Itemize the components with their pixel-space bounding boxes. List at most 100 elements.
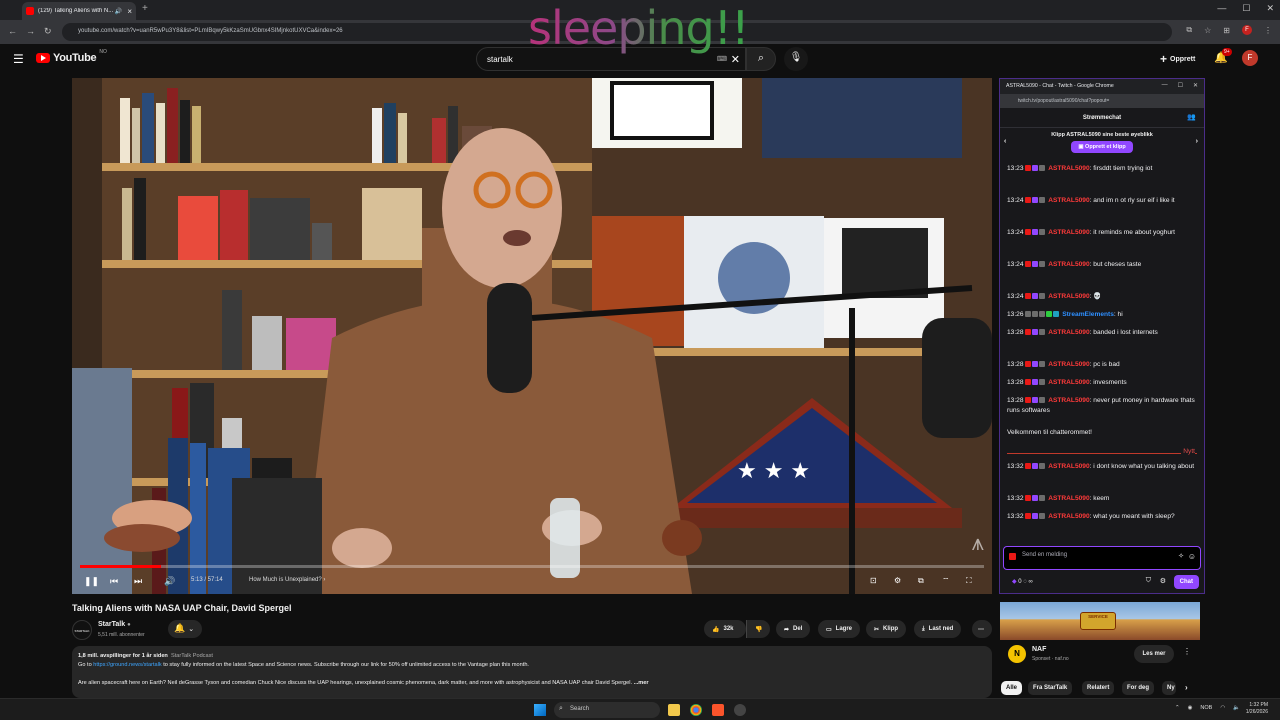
chat-send-button[interactable]: Chat	[1173, 575, 1199, 589]
youtube-logo[interactable]: YouTube NO	[36, 49, 107, 64]
chip-all[interactable]: Alle	[1001, 681, 1023, 695]
video-player[interactable]: ★ ★ ★ ⩚	[72, 78, 992, 594]
emoji-icon[interactable]: ☺	[1188, 552, 1196, 561]
chip-from-startalk[interactable]: Fra StarTalk	[1028, 681, 1073, 695]
channel-avatar[interactable]: STARTALK	[72, 620, 92, 640]
message-user[interactable]: ASTRAL5090	[1048, 329, 1089, 336]
chevron-left-icon[interactable]: ‹	[1004, 138, 1006, 145]
message-user[interactable]: ASTRAL5090	[1048, 379, 1089, 386]
windows-start-icon[interactable]	[534, 704, 546, 716]
podcast-tag[interactable]: StarTalk Podcast	[171, 653, 213, 659]
speaker-icon[interactable]: 🔈	[1233, 705, 1240, 711]
message-user[interactable]: ASTRAL5090	[1048, 165, 1089, 172]
back-icon[interactable]: ←	[8, 26, 17, 36]
clip-button[interactable]: ✂ Klipp	[866, 620, 907, 638]
search-button[interactable]: ⌕	[746, 47, 776, 71]
install-icon[interactable]: ⧉	[1186, 25, 1192, 35]
users-icon[interactable]: 👥	[1187, 113, 1196, 121]
message-user[interactable]: ASTRAL5090	[1048, 397, 1089, 404]
chapter-title[interactable]: How Much is Unexplained? ›	[249, 577, 325, 583]
account-avatar[interactable]: F	[1242, 50, 1258, 66]
ad-menu-icon[interactable]: ⋮	[1183, 647, 1191, 656]
browser-menu-icon[interactable]: ⋮	[1264, 26, 1272, 35]
like-button[interactable]: 👍 32k	[704, 620, 746, 638]
close-window-icon[interactable]: ✕	[1266, 3, 1274, 14]
shield-icon[interactable]: ⛉	[1146, 577, 1151, 585]
previous-icon[interactable]: ⏮	[110, 576, 118, 587]
fullscreen-icon[interactable]: ⛶	[966, 576, 972, 586]
close-tab-icon[interactable]: ×	[127, 7, 132, 16]
bookmark-star-icon[interactable]: ☆	[1204, 26, 1211, 35]
pause-icon[interactable]: ❚❚	[84, 576, 99, 587]
audio-icon[interactable]: 🔊	[115, 8, 122, 15]
chat-log[interactable]: 13:23 ASTRAL5090: firsddt tiem trying io…	[1007, 164, 1197, 544]
message-user[interactable]: ASTRAL5090	[1048, 197, 1089, 204]
keyboard-icon[interactable]: ⌨	[717, 55, 727, 63]
new-tab-button[interactable]: +	[142, 3, 148, 14]
next-icon[interactable]: ⏭	[134, 576, 142, 587]
chat-url-field[interactable]: twitch.tv/popout/astral5090/chat?popout=	[1000, 94, 1204, 108]
captions-icon[interactable]: ⊡	[870, 576, 877, 585]
tray-app-icon[interactable]: ◉	[1188, 705, 1193, 711]
minimize-icon[interactable]: —	[1217, 3, 1226, 14]
progress-bar[interactable]	[80, 565, 984, 568]
description-link[interactable]: https://ground.news/startalk	[93, 662, 161, 668]
bits-icon[interactable]: ✧	[1178, 552, 1184, 560]
message-user[interactable]: ASTRAL5090	[1048, 261, 1089, 268]
subscription-bell-button[interactable]: 🔔 ⌄	[168, 620, 202, 638]
maximize-icon[interactable]: ☐	[1242, 3, 1250, 14]
chips-next-icon[interactable]: ›	[1180, 681, 1193, 695]
file-explorer-icon[interactable]	[668, 704, 680, 716]
close-window-icon[interactable]: ✕	[1193, 82, 1198, 89]
reload-icon[interactable]: ↻	[44, 26, 52, 37]
browser-tab[interactable]: (129) Talking Aliens with N... 🔊 ×	[22, 2, 136, 20]
brave-icon[interactable]	[712, 704, 724, 716]
chat-message-input[interactable]: Send en melding ✧ ☺	[1003, 546, 1201, 570]
maximize-icon[interactable]: ☐	[1178, 82, 1183, 89]
dislike-button[interactable]: 👎	[746, 620, 770, 638]
tray-chevron-icon[interactable]: ⌃	[1175, 705, 1180, 711]
ad-image[interactable]: SERVICE	[1000, 602, 1200, 640]
message-user[interactable]: ASTRAL5090	[1048, 293, 1089, 300]
download-button[interactable]: ⤓ Last ned	[914, 620, 962, 638]
chevron-right-icon[interactable]: ›	[1196, 138, 1198, 145]
message-user[interactable]: ASTRAL5090	[1048, 513, 1089, 520]
chrome-icon[interactable]	[690, 704, 702, 716]
taskbar-search[interactable]: ⌕ Search	[554, 702, 660, 718]
save-button[interactable]: ▭ Lagre	[818, 620, 861, 638]
extensions-icon[interactable]: ⊞	[1223, 26, 1230, 35]
create-clip-button[interactable]: ▣ Opprett et klipp	[1071, 141, 1133, 153]
ad-logo[interactable]: N	[1008, 645, 1026, 663]
notifications-button[interactable]: 🔔 9+	[1214, 48, 1232, 64]
menu-icon[interactable]: ☰	[13, 52, 24, 66]
channel-watermark-icon[interactable]: ⩚	[972, 530, 984, 556]
ad-more-button[interactable]: Les mer	[1134, 645, 1174, 663]
forward-icon[interactable]: →	[26, 26, 35, 36]
channel-points[interactable]: ◆ 0 ◌ ∞	[1012, 578, 1033, 585]
create-button[interactable]: + Opprett	[1160, 52, 1195, 66]
app-icon[interactable]	[734, 704, 746, 716]
chip-for-you[interactable]: For deg	[1122, 681, 1154, 695]
minimize-icon[interactable]: —	[1162, 82, 1168, 89]
message-user[interactable]: ASTRAL5090	[1048, 361, 1089, 368]
channel-name[interactable]: StarTalk ●	[98, 621, 131, 628]
profile-icon[interactable]: F	[1242, 25, 1252, 35]
more-actions-button[interactable]: ⋯	[972, 620, 992, 638]
wifi-icon[interactable]: ◠	[1220, 705, 1225, 711]
message-user[interactable]: ASTRAL5090	[1048, 463, 1089, 470]
description-more[interactable]: ...mer	[634, 680, 649, 686]
chat-settings-gear-icon[interactable]: ⚙	[1160, 577, 1166, 585]
ad-name[interactable]: NAF	[1032, 646, 1046, 653]
cast-icon[interactable]: ⌔	[942, 576, 950, 586]
taskbar-clock[interactable]: 1:32 PM 1/26/2026	[1246, 702, 1268, 716]
volume-icon[interactable]: 🔊	[164, 576, 175, 587]
voice-search-button[interactable]: 🎙	[784, 47, 808, 71]
message-user[interactable]: ASTRAL5090	[1048, 495, 1089, 502]
message-user[interactable]: ASTRAL5090	[1048, 229, 1089, 236]
chip-new[interactable]: Ny	[1162, 681, 1176, 695]
share-button[interactable]: ➦ Del	[776, 620, 811, 638]
chip-related[interactable]: Relatert	[1082, 681, 1115, 695]
settings-gear-icon[interactable]: ⚙	[894, 576, 901, 585]
tray-lang[interactable]: NOB	[1200, 705, 1212, 711]
description-box[interactable]: 1,8 mill. avspillinger for 1 år siden St…	[72, 646, 992, 698]
